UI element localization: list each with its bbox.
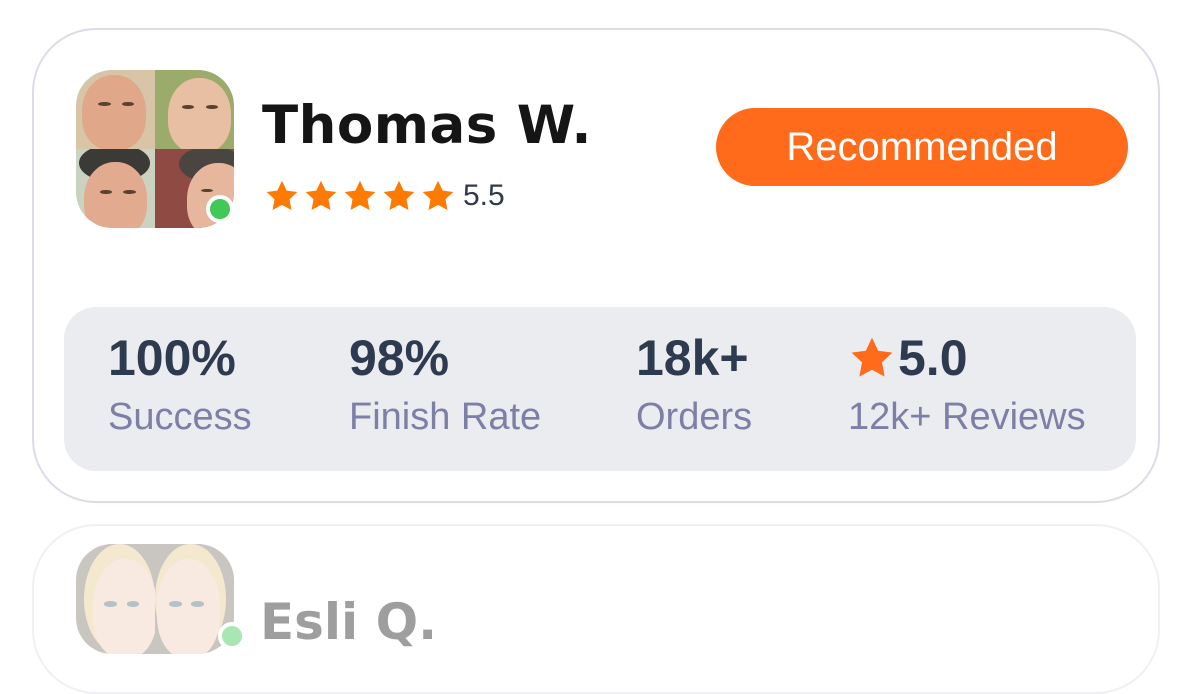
provider-card[interactable]: Esli Q. <box>32 524 1160 694</box>
recommended-badge[interactable]: Recommended <box>716 108 1128 186</box>
star-icon <box>305 180 337 210</box>
stat-value: 18k+ <box>636 330 749 386</box>
star-icon <box>266 180 298 210</box>
stat-label: Finish Rate <box>349 396 542 438</box>
stat-label: Orders <box>636 396 753 438</box>
stat-value: 98% <box>349 330 450 386</box>
avatar-photo-tile <box>76 544 155 654</box>
stat-value: 100% <box>108 330 236 386</box>
star-icon <box>422 180 454 210</box>
stat-success: 100% Success <box>108 329 252 439</box>
avatar-photo-tile <box>76 70 155 149</box>
stats-panel: 100% Success 98% Finish Rate 18k+ Orders… <box>64 307 1136 471</box>
avatar[interactable] <box>76 544 234 654</box>
stat-label: Success <box>108 396 252 438</box>
avatar-photo-tile <box>155 70 234 149</box>
stat-reviews-value: 5.0 <box>848 329 1086 387</box>
stat-orders: 18k+ Orders <box>636 329 752 439</box>
star-icon <box>383 180 415 210</box>
stat-reviews: 5.0 12k+ Reviews <box>848 329 1086 439</box>
rating-value: 5.5 <box>463 179 505 212</box>
provider-name: Thomas W. <box>262 95 593 156</box>
online-status-indicator <box>206 195 234 223</box>
provider-card[interactable]: Thomas W. 5.5 Recommended 100% Success 9… <box>32 28 1160 503</box>
stat-finish-rate: 98% Finish Rate <box>349 329 541 439</box>
star-icon <box>851 337 893 377</box>
star-rating: 5.5 <box>264 176 505 216</box>
stat-value: 5.0 <box>898 330 968 386</box>
provider-name: Esli Q. <box>260 593 438 651</box>
star-icon <box>344 180 376 210</box>
stat-label: 12k+ Reviews <box>848 396 1086 438</box>
avatar-photo-tile <box>76 149 155 228</box>
online-status-indicator <box>218 622 246 650</box>
